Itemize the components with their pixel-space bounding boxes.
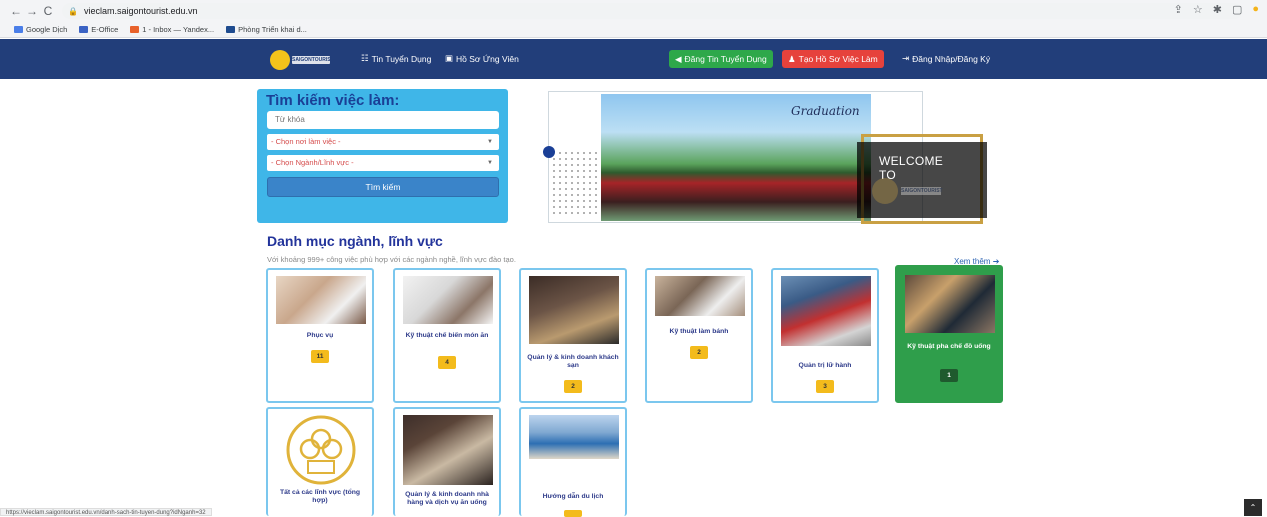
mail-icon: [130, 26, 140, 33]
bookmark-phong-trien-khai[interactable]: Phòng Triển khai d...: [226, 25, 307, 34]
hero-banner: Graduation WELCOME TO SAIGONTOURIST: [543, 91, 987, 224]
category-image: [905, 275, 995, 333]
category-label: Hướng dẫn du lịch: [542, 493, 604, 500]
profile-card-icon: ▣: [445, 53, 454, 63]
category-image: [529, 415, 619, 459]
categories-title: Danh mục ngành, lĩnh vực: [267, 233, 443, 249]
user-add-icon: ♟: [788, 53, 796, 64]
trello-icon: [226, 26, 236, 33]
lock-icon: 🔒: [68, 6, 78, 16]
industry-select-value: - Chọn Ngành/Lĩnh vực -: [271, 158, 354, 167]
bookmark-google-dich[interactable]: Google Dịch: [14, 25, 67, 34]
create-profile-button[interactable]: ♟ Tạo Hồ Sơ Việc Làm: [782, 50, 884, 68]
category-label: Tất cả các lĩnh vực (tổng hợp): [279, 489, 361, 504]
site-navbar: SAIGONTOURIST ☷ Tin Tuyển Dụng ▣ Hồ Sơ Ứ…: [0, 39, 1267, 79]
category-image: [781, 276, 871, 346]
caret-down-icon: ▼: [487, 160, 493, 166]
category-image: [403, 276, 493, 324]
welcome-logo: SAIGONTOURIST: [872, 175, 944, 207]
categories-subtitle: Với khoảng 999+ công việc phù hợp với cá…: [267, 255, 516, 264]
profile-icon[interactable]: ●: [1252, 3, 1259, 16]
category-count-badge: 2: [564, 380, 582, 393]
category-card-lam-banh[interactable]: Kỹ thuật làm bánh 2: [645, 268, 753, 403]
category-count-badge: 2: [690, 346, 708, 359]
share-icon[interactable]: ⇪: [1174, 3, 1183, 16]
extensions-icon[interactable]: ✱: [1213, 3, 1222, 16]
job-search-panel: Tìm kiếm việc làm: - Chọn nơi làm việc -…: [257, 89, 508, 223]
category-label: Phục vụ: [306, 332, 334, 339]
decor-dot: [543, 146, 555, 158]
location-select-value: - Chọn nơi làm việc -: [271, 137, 341, 146]
category-count-badge: 4: [438, 356, 456, 369]
dot-pattern: [551, 150, 606, 214]
category-card-phuc-vu[interactable]: Phục vụ 11: [266, 268, 374, 403]
scroll-to-top-button[interactable]: ⌃: [1244, 499, 1262, 516]
location-select[interactable]: - Chọn nơi làm việc - ▼: [267, 134, 499, 150]
category-label: Kỹ thuật chế biến món ăn: [405, 332, 489, 339]
category-card-nha-hang[interactable]: Quản lý & kinh doanh nhà hàng và dịch vụ…: [393, 407, 501, 516]
back-arrow-icon[interactable]: ←: [8, 3, 24, 19]
category-label: Quản lý & kinh doanh khách sạn: [527, 354, 619, 369]
url-text: vieclam.saigontourist.edu.vn: [83, 6, 198, 16]
category-image: [403, 415, 493, 485]
category-card-khach-san[interactable]: Quản lý & kinh doanh khách sạn 2: [519, 268, 627, 403]
industry-select[interactable]: - Chọn Ngành/Lĩnh vực - ▼: [267, 155, 499, 171]
bookmark-inbox[interactable]: 1 - Inbox — Yandex...: [130, 25, 214, 34]
nav-jobs-label: Tin Tuyển Dụng: [371, 53, 432, 64]
category-count-badge: 11: [311, 350, 329, 363]
graduation-sign: Graduation: [791, 104, 860, 118]
bookmark-label: Phòng Triển khai d...: [238, 25, 307, 34]
keyword-input[interactable]: [267, 111, 499, 129]
logo-emblem-icon: [270, 50, 290, 70]
list-icon: ☷: [361, 53, 369, 63]
category-label: Kỹ thuật làm bánh: [669, 328, 729, 335]
browser-toolbar: ← → C 🔒 vieclam.saigontourist.edu.vn ⇪ ☆…: [0, 0, 1267, 22]
login-label: Đăng Nhập/Đăng Ký: [912, 53, 991, 64]
nav-jobs-link[interactable]: ☷ Tin Tuyển Dụng: [361, 53, 431, 64]
translate-icon: [14, 26, 23, 33]
category-card-pha-che[interactable]: Kỹ thuật pha chế đồ uống 1: [895, 265, 1003, 403]
nav-profiles-label: Hồ Sơ Ứng Viên: [456, 53, 519, 64]
category-card-lu-hanh[interactable]: Quản trị lữ hành 3: [771, 268, 879, 403]
forward-arrow-icon[interactable]: →: [24, 3, 40, 19]
create-profile-label: Tạo Hồ Sơ Việc Làm: [798, 54, 878, 64]
bookmark-label: E-Office: [91, 25, 119, 34]
e-office-icon: [79, 26, 89, 33]
bookmark-e-office[interactable]: E-Office: [79, 25, 118, 34]
star-icon[interactable]: ☆: [1193, 3, 1203, 16]
search-title: Tìm kiếm việc làm:: [266, 92, 400, 109]
category-card-tat-ca[interactable]: Tất cả các lĩnh vực (tổng hợp): [266, 407, 374, 516]
category-image: [529, 276, 619, 344]
logo-wordmark: SAIGONTOURIST: [292, 56, 334, 64]
status-url: https://vieclam.saigontourist.edu.vn/dan…: [0, 508, 212, 516]
category-card-che-bien-mon-an[interactable]: Kỹ thuật chế biến món ăn 4: [393, 268, 501, 403]
sthc-logo: [276, 415, 366, 485]
chevron-up-icon: ⌃: [1249, 503, 1257, 512]
category-label: Quản lý & kinh doanh nhà hàng và dịch vụ…: [405, 491, 489, 506]
bookmark-label: 1 - Inbox — Yandex...: [142, 25, 215, 34]
category-label: Kỹ thuật pha chế đồ uống: [907, 343, 991, 350]
category-image: [655, 276, 745, 316]
saigontourist-logo[interactable]: SAIGONTOURIST: [270, 48, 334, 72]
login-link[interactable]: ⇥ Đăng Nhập/Đăng Ký: [902, 53, 990, 64]
reload-icon[interactable]: C: [40, 3, 56, 19]
bookmark-label: Google Dịch: [26, 25, 68, 34]
bookmarks-bar: Google Dịch E-Office 1 - Inbox — Yandex.…: [0, 22, 1267, 38]
post-job-button[interactable]: ◀ Đăng Tin Tuyển Dụng: [669, 50, 773, 68]
graduation-photo: Graduation: [601, 94, 871, 221]
send-icon: ◀: [675, 53, 682, 64]
sign-in-icon: ⇥: [902, 53, 910, 63]
category-label: Quản trị lữ hành: [798, 362, 852, 369]
category-count-badge: 1: [940, 369, 958, 382]
category-image: [276, 276, 366, 324]
post-job-label: Đăng Tin Tuyển Dụng: [684, 54, 767, 64]
search-button[interactable]: Tìm kiếm: [267, 177, 499, 197]
category-count-badge: 3: [816, 380, 834, 393]
address-bar[interactable]: 🔒 vieclam.saigontourist.edu.vn: [62, 3, 1242, 19]
caret-down-icon: ▼: [487, 139, 493, 145]
nav-profiles-link[interactable]: ▣ Hồ Sơ Ứng Viên: [445, 53, 519, 64]
sidebar-icon[interactable]: ▢: [1232, 3, 1242, 16]
category-card-huong-dan-du-lich[interactable]: Hướng dẫn du lịch: [519, 407, 627, 517]
